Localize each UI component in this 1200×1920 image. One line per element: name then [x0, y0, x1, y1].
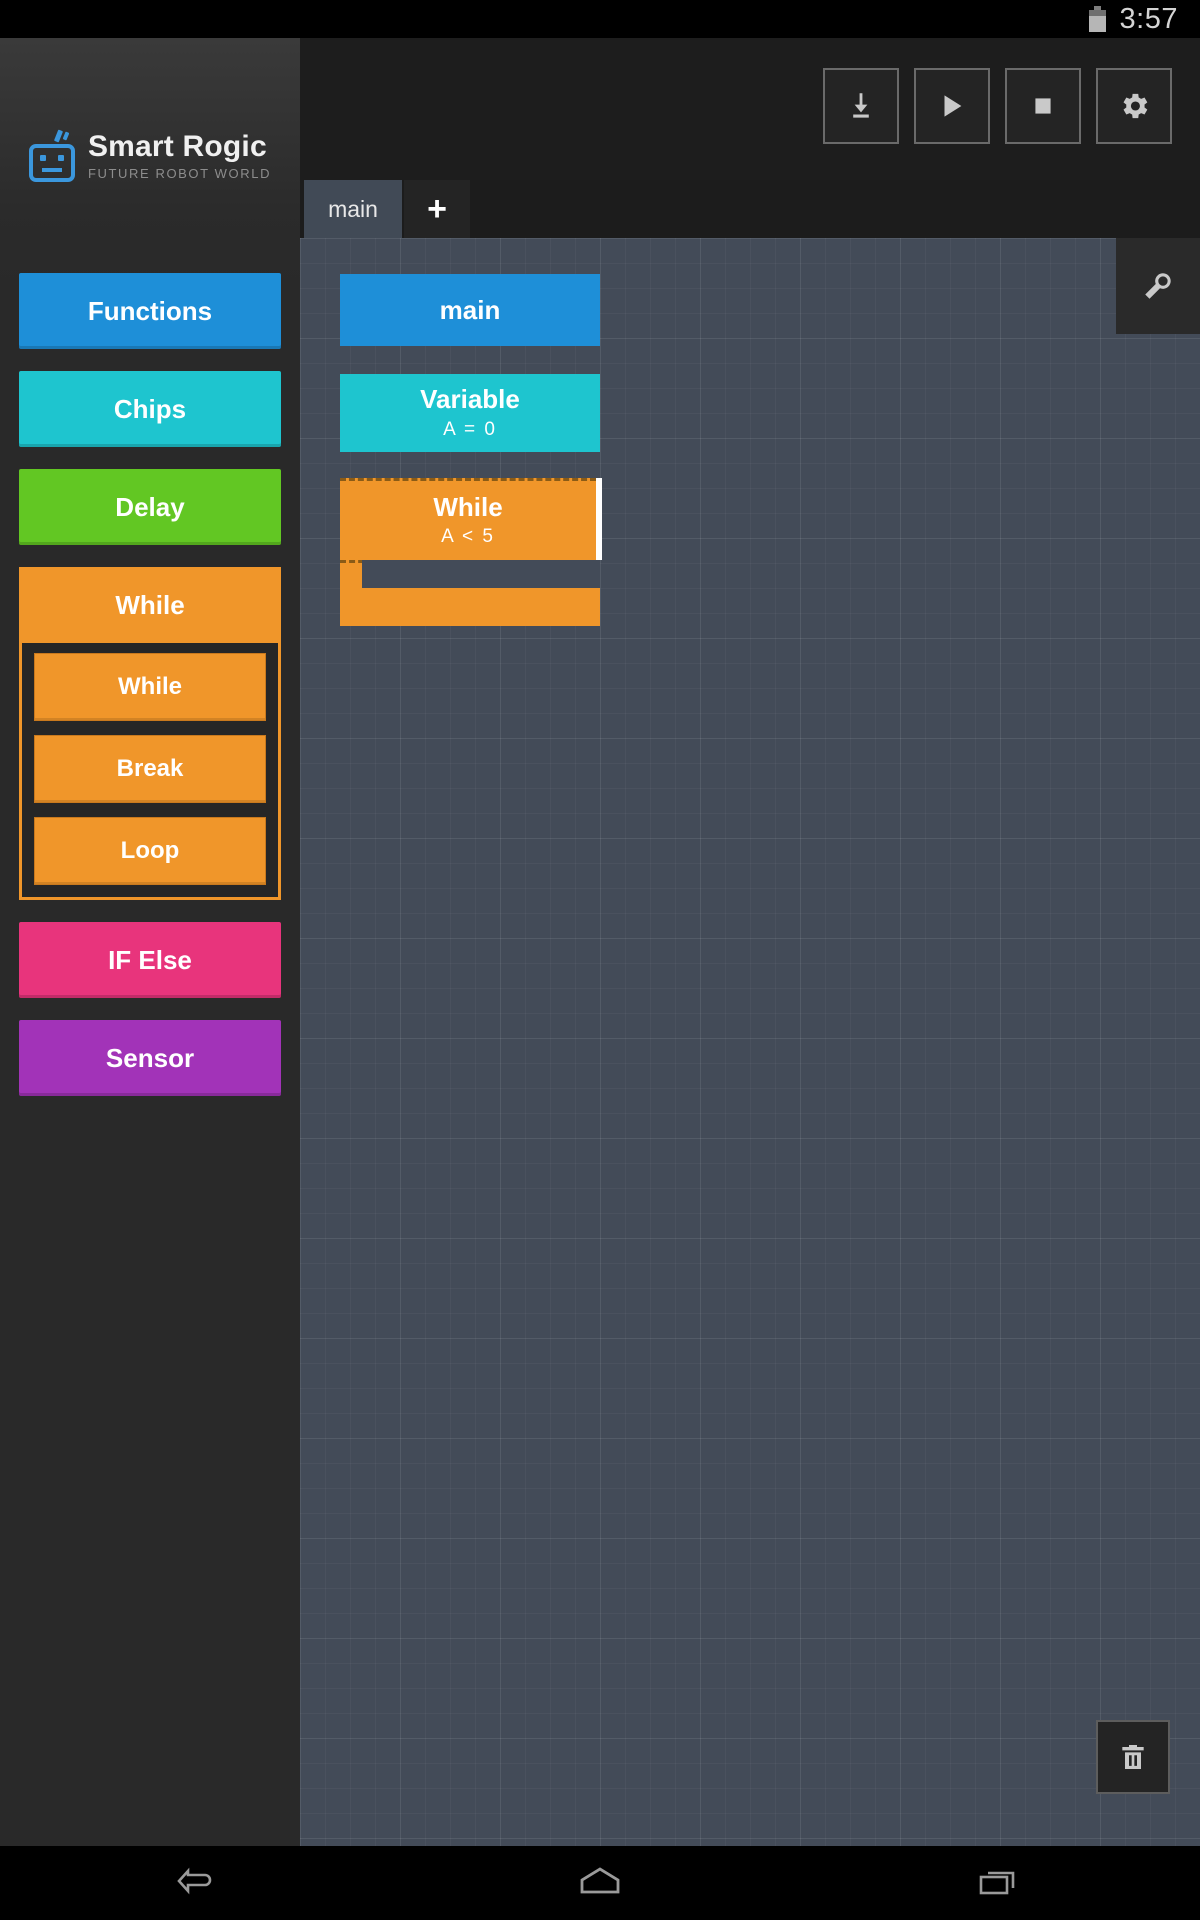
palette-sublabel: Break — [116, 755, 184, 782]
palette-item-sensor[interactable]: Sensor — [19, 1020, 281, 1096]
palette-group-while-expanded: While Break Loop — [19, 643, 281, 900]
stop-icon — [1035, 98, 1051, 114]
app-root: 3:57 Smart Rogic FUTURE ROBOT WORLD Func… — [0, 0, 1200, 1920]
canvas-block-while[interactable]: While A < 5 — [340, 478, 602, 626]
palette-item-functions[interactable]: Functions — [19, 273, 281, 349]
canvas-tools-button[interactable] — [1116, 238, 1200, 334]
home-icon — [580, 1867, 620, 1894]
nav-home-button[interactable] — [540, 1853, 660, 1913]
app-title: Smart Rogic — [87, 129, 267, 163]
recents-icon — [979, 1871, 1015, 1895]
nav-recents-button[interactable] — [940, 1853, 1060, 1913]
robot-icon — [28, 129, 75, 182]
battery-icon — [1088, 6, 1106, 32]
back-icon — [177, 1867, 212, 1895]
block-palette: Functions Chips Delay While While Break — [0, 273, 300, 1118]
app-tagline: FUTURE ROBOT WORLD — [87, 166, 272, 182]
palette-subitem-while[interactable]: While — [34, 653, 266, 721]
editor-toolbar — [300, 38, 1200, 180]
block-subtitle: A = 0 — [443, 418, 497, 440]
tab-label: main — [328, 195, 378, 222]
block-footer — [340, 588, 600, 626]
android-nav-bar — [0, 1846, 1200, 1920]
palette-label: Chips — [113, 393, 187, 424]
main-area: main + main Variable A = 0 While A < 5 — [300, 38, 1200, 1846]
palette-label: Functions — [87, 295, 213, 326]
block-canvas[interactable]: main Variable A = 0 While A < 5 — [300, 238, 1200, 1846]
palette-sublabel: Loop — [120, 837, 180, 864]
gear-icon — [1123, 93, 1148, 119]
status-bar-clock: 3:57 — [1119, 2, 1178, 35]
tab-main[interactable]: main — [304, 180, 402, 238]
palette-label: Delay — [115, 491, 185, 522]
nav-back-button[interactable] — [140, 1853, 260, 1913]
palette-item-while[interactable]: While — [19, 567, 281, 643]
settings-button[interactable] — [1096, 68, 1172, 144]
palette-subitem-loop[interactable]: Loop — [34, 817, 266, 885]
block-subtitle: A < 5 — [441, 526, 495, 548]
palette-item-if-else[interactable]: IF Else — [19, 922, 281, 998]
palette-sublabel: While — [118, 673, 182, 700]
palette-label: While — [115, 589, 185, 620]
download-icon — [853, 93, 869, 118]
palette-label: IF Else — [108, 944, 192, 975]
play-icon — [944, 95, 962, 117]
delete-button[interactable] — [1096, 1720, 1170, 1794]
block-title: While — [433, 491, 503, 522]
add-tab-label: + — [427, 189, 447, 228]
run-button[interactable] — [914, 68, 990, 144]
sidebar: Smart Rogic FUTURE ROBOT WORLD Functions… — [0, 38, 300, 1846]
palette-item-chips[interactable]: Chips — [19, 371, 281, 447]
stop-button[interactable] — [1005, 68, 1081, 144]
block-title: main — [439, 294, 501, 325]
trash-icon — [1122, 1745, 1144, 1769]
block-empty-slot[interactable] — [362, 560, 600, 588]
app-logo: Smart Rogic FUTURE ROBOT WORLD — [0, 116, 300, 196]
canvas-block-main[interactable]: main — [340, 274, 600, 346]
palette-subitem-break[interactable]: Break — [34, 735, 266, 803]
wrench-icon — [1145, 273, 1171, 299]
status-bar: 3:57 — [0, 0, 1200, 38]
add-tab-button[interactable]: + — [404, 180, 470, 238]
block-title: Variable — [420, 384, 520, 415]
palette-label: Sensor — [105, 1042, 195, 1073]
download-button[interactable] — [823, 68, 899, 144]
palette-item-delay[interactable]: Delay — [19, 469, 281, 545]
block-selection-indicator — [596, 478, 602, 560]
tab-bar: main + — [300, 180, 1200, 238]
canvas-block-variable[interactable]: Variable A = 0 — [340, 374, 600, 452]
